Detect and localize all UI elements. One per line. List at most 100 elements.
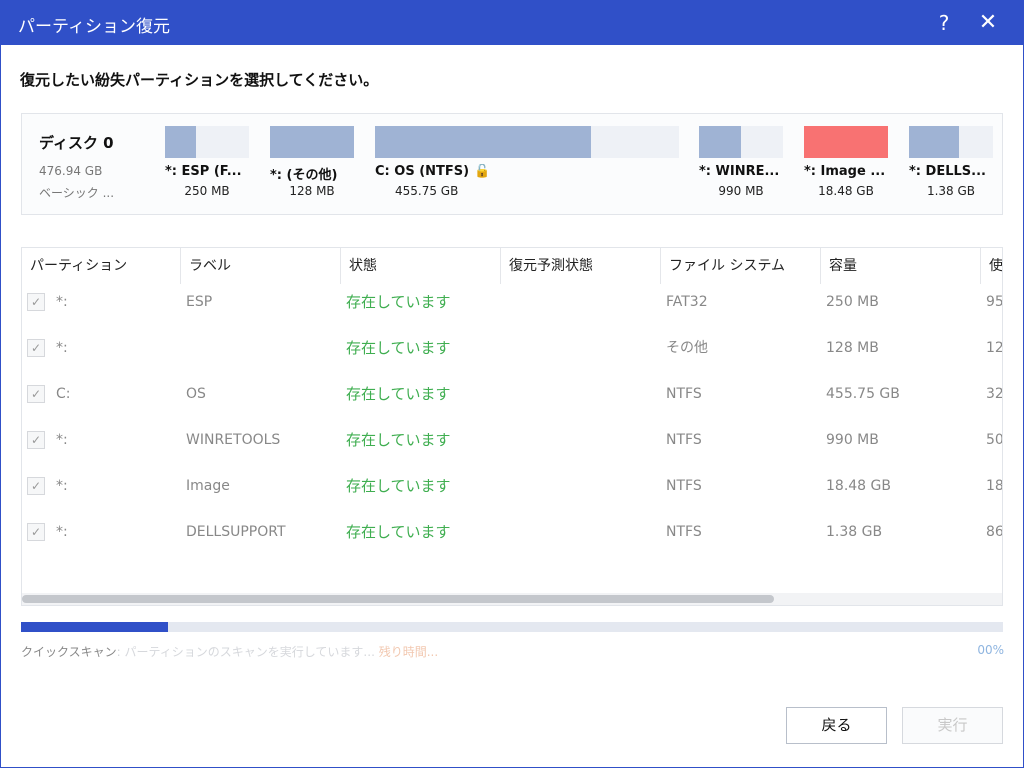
table-row[interactable]: ✓ *: 存在しています その他 128 MB 12 xyxy=(22,325,1003,371)
cell-used: 95 xyxy=(986,294,1003,310)
partition-size: 990 MB xyxy=(718,184,764,198)
partition-label: *: ESP (F... xyxy=(165,164,242,179)
cell-status: 存在しています xyxy=(346,293,451,311)
cell-label: DELLSUPPORT xyxy=(186,524,286,540)
partition-size: 1.38 GB xyxy=(926,184,976,198)
disk-size: 476.94 GB xyxy=(39,164,103,178)
cell-status: 存在しています xyxy=(346,339,451,357)
partition-size: 250 MB xyxy=(184,184,230,198)
scan-percent: 00% xyxy=(977,643,1004,657)
run-button[interactable]: 実行 xyxy=(902,707,1003,744)
scan-progress-bar xyxy=(21,622,1003,632)
cell-status: 存在しています xyxy=(346,523,451,541)
scrollbar-thumb[interactable] xyxy=(22,595,774,603)
disk-partition-image[interactable]: *: Image ... 18.48 GB xyxy=(804,126,888,206)
disk-partition-os[interactable]: C: OS (NTFS) 🔓 455.75 GB xyxy=(375,126,679,206)
cell-capacity: 1.38 GB xyxy=(826,524,883,540)
scan-status-text: クイックスキャン: パーティションのスキャンを実行しています... 残り時間..… xyxy=(21,643,438,660)
cell-capacity: 128 MB xyxy=(826,340,879,356)
cell-label: WINRETOOLS xyxy=(186,432,281,448)
scan-status-detail: : パーティションのスキャンを実行しています... xyxy=(116,645,375,659)
cell-status: 存在しています xyxy=(346,385,451,403)
partition-label: *: DELLS... xyxy=(909,164,986,179)
partition-table[interactable]: パーティション ラベル 状態 復元予測状態 ファイル システム 容量 使 ✓ *… xyxy=(21,247,1003,606)
cell-filesystem: その他 xyxy=(666,340,708,356)
cell-filesystem: FAT32 xyxy=(666,294,708,310)
partition-label: *: (その他) xyxy=(270,168,338,183)
disk-name: ディスク 0 xyxy=(39,134,114,152)
disk-partition-other[interactable]: *: (その他) 128 MB xyxy=(270,126,354,206)
back-button[interactable]: 戻る xyxy=(786,707,887,744)
cell-filesystem: NTFS xyxy=(666,386,702,402)
partition-label: *: Image ... xyxy=(804,164,886,179)
cell-partition: *: xyxy=(56,524,68,540)
close-icon[interactable]: ✕ xyxy=(974,9,1002,37)
cell-partition: *: xyxy=(56,294,68,310)
partition-bar xyxy=(909,126,993,158)
partition-size: 128 MB xyxy=(289,184,335,198)
disk-partition-esp[interactable]: *: ESP (F... 250 MB xyxy=(165,126,249,206)
partition-label: *: WINRE... xyxy=(699,164,780,179)
cell-status: 存在しています xyxy=(346,477,451,495)
cell-label: Image xyxy=(186,478,230,494)
window-title: パーティション復元 xyxy=(18,17,170,37)
row-checkbox[interactable]: ✓ xyxy=(27,293,45,311)
cell-capacity: 990 MB xyxy=(826,432,879,448)
partition-bar xyxy=(165,126,249,158)
scan-status-extra: 残り時間... xyxy=(378,645,439,659)
disk-type: ベーシック ... xyxy=(39,186,115,200)
partition-label-text: C: OS (NTFS) xyxy=(375,164,470,179)
table-row[interactable]: ✓ *: WINRETOOLS 存在しています NTFS 990 MB 50 xyxy=(22,417,1003,463)
row-checkbox[interactable]: ✓ xyxy=(27,385,45,403)
cell-partition: *: xyxy=(56,340,68,356)
cell-partition: *: xyxy=(56,478,68,494)
scan-progress-fill xyxy=(21,622,169,632)
cell-used: 86 xyxy=(986,524,1003,540)
scan-status-prefix: クイックスキャン xyxy=(21,645,117,659)
disk-partition-winre[interactable]: *: WINRE... 990 MB xyxy=(699,126,783,206)
partition-fill xyxy=(165,126,197,158)
row-checkbox[interactable]: ✓ xyxy=(27,431,45,449)
partition-bar xyxy=(375,126,679,158)
partition-size: 455.75 GB xyxy=(395,184,459,198)
title-bar: パーティション復元 ? ✕ xyxy=(0,0,1024,45)
partition-bar xyxy=(699,126,783,158)
table-row[interactable]: ✓ *: DELLSUPPORT 存在しています NTFS 1.38 GB 86 xyxy=(22,509,1003,555)
partition-fill xyxy=(375,126,591,158)
unlock-icon: 🔓 xyxy=(474,164,491,179)
cell-used: 12 xyxy=(986,340,1003,356)
table-row[interactable]: ✓ C: OS 存在しています NTFS 455.75 GB 32 xyxy=(22,371,1003,417)
cell-label: OS xyxy=(186,386,206,402)
horizontal-scrollbar[interactable] xyxy=(22,593,1002,605)
instruction-text: 復元したい紛失パーティションを選択してください。 xyxy=(20,71,379,89)
cell-partition: C: xyxy=(56,386,71,402)
partition-label: C: OS (NTFS) 🔓 xyxy=(375,164,679,179)
partition-bar xyxy=(270,126,354,158)
cell-capacity: 455.75 GB xyxy=(826,386,900,402)
partition-fill xyxy=(699,126,741,158)
cell-label: ESP xyxy=(186,294,213,310)
cell-used: 50 xyxy=(986,432,1003,448)
help-icon[interactable]: ? xyxy=(930,9,958,37)
cell-used: 32 xyxy=(986,386,1003,402)
table-row[interactable]: ✓ *: Image 存在しています NTFS 18.48 GB 18 xyxy=(22,463,1003,509)
row-checkbox[interactable]: ✓ xyxy=(27,339,45,357)
cell-filesystem: NTFS xyxy=(666,478,702,494)
cell-filesystem: NTFS xyxy=(666,524,702,540)
cell-status: 存在しています xyxy=(346,431,451,449)
row-checkbox[interactable]: ✓ xyxy=(27,523,45,541)
disk-partition-dellsupport[interactable]: *: DELLS... 1.38 GB xyxy=(909,126,993,206)
partition-fill xyxy=(804,126,888,158)
cell-partition: *: xyxy=(56,432,68,448)
disk-map-panel: ディスク 0 476.94 GB ベーシック ... *: ESP (F... … xyxy=(21,113,1003,215)
cell-capacity: 18.48 GB xyxy=(826,478,891,494)
cell-capacity: 250 MB xyxy=(826,294,879,310)
table-row[interactable]: ✓ *: ESP 存在しています FAT32 250 MB 95 xyxy=(22,279,1003,325)
row-checkbox[interactable]: ✓ xyxy=(27,477,45,495)
cell-filesystem: NTFS xyxy=(666,432,702,448)
partition-fill xyxy=(909,126,960,158)
partition-size: 18.48 GB xyxy=(818,184,874,198)
cell-used: 18 xyxy=(986,478,1003,494)
partition-bar xyxy=(804,126,888,158)
partition-fill xyxy=(270,126,354,158)
